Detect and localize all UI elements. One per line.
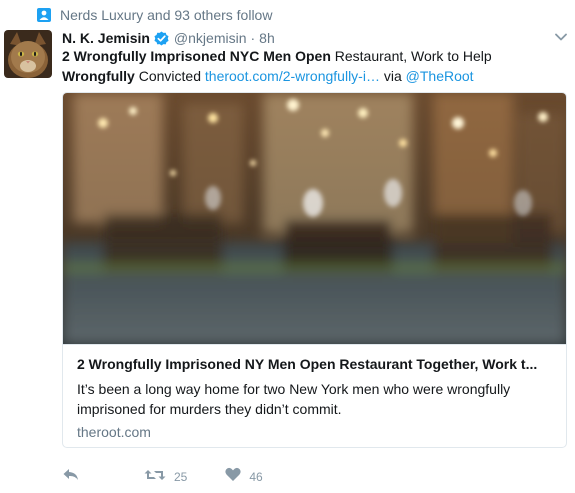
card-title[interactable]: 2 Wrongfully Imprisoned NY Men Open Rest… <box>77 355 552 373</box>
tweet-text-plain-1: Restaurant, Work to Help <box>330 48 492 64</box>
card-description: It’s been a long way home for two New Yo… <box>77 381 511 417</box>
card-body[interactable]: 2 Wrongfully Imprisoned NY Men Open Rest… <box>63 344 566 447</box>
like-count: 46 <box>249 470 263 484</box>
author-handle[interactable]: @nkjemisin <box>174 30 247 46</box>
heart-icon <box>225 467 241 487</box>
reply-button[interactable] <box>62 467 82 488</box>
social-context[interactable]: Nerds Luxury and 93 others follow <box>36 6 272 24</box>
social-context-text: Nerds Luxury and 93 others follow <box>60 7 273 23</box>
like-button[interactable]: 46 <box>225 467 263 487</box>
person-icon <box>36 7 52 23</box>
verified-badge-icon <box>154 30 170 46</box>
card-domain[interactable]: theroot.com <box>77 423 552 441</box>
tweet-timestamp[interactable]: 8h <box>259 30 275 46</box>
tweet-text-bold-2: Wrongfully <box>62 68 135 84</box>
link-card[interactable]: 2 Wrongfully Imprisoned NY Men Open Rest… <box>62 92 567 448</box>
tweet-text-plain-2: Convicted <box>134 68 205 84</box>
reply-icon <box>62 467 80 488</box>
retweet-icon <box>144 467 166 488</box>
header-separator: · <box>250 30 256 46</box>
tweet-link[interactable]: theroot.com/2-wrongfully-i… <box>205 68 380 84</box>
card-image[interactable] <box>63 93 566 344</box>
tweet-header: N. K. Jemisin @nkjemisin · 8h <box>62 28 275 48</box>
tweet-text: 2 Wrongfully Imprisoned NYC Men Open Res… <box>62 46 562 86</box>
retweet-count: 25 <box>174 470 188 484</box>
tweet-text-via: via <box>379 68 406 84</box>
avatar[interactable] <box>4 30 52 78</box>
tweet-actions: 25 46 <box>62 466 263 488</box>
chevron-down-icon[interactable] <box>554 30 568 44</box>
mention-link[interactable]: @TheRoot <box>406 68 474 84</box>
tweet-text-bold-1: 2 Wrongfully Imprisoned NYC Men Open <box>62 48 331 64</box>
retweet-button[interactable]: 25 <box>144 467 187 488</box>
author-name[interactable]: N. K. Jemisin <box>62 30 150 46</box>
